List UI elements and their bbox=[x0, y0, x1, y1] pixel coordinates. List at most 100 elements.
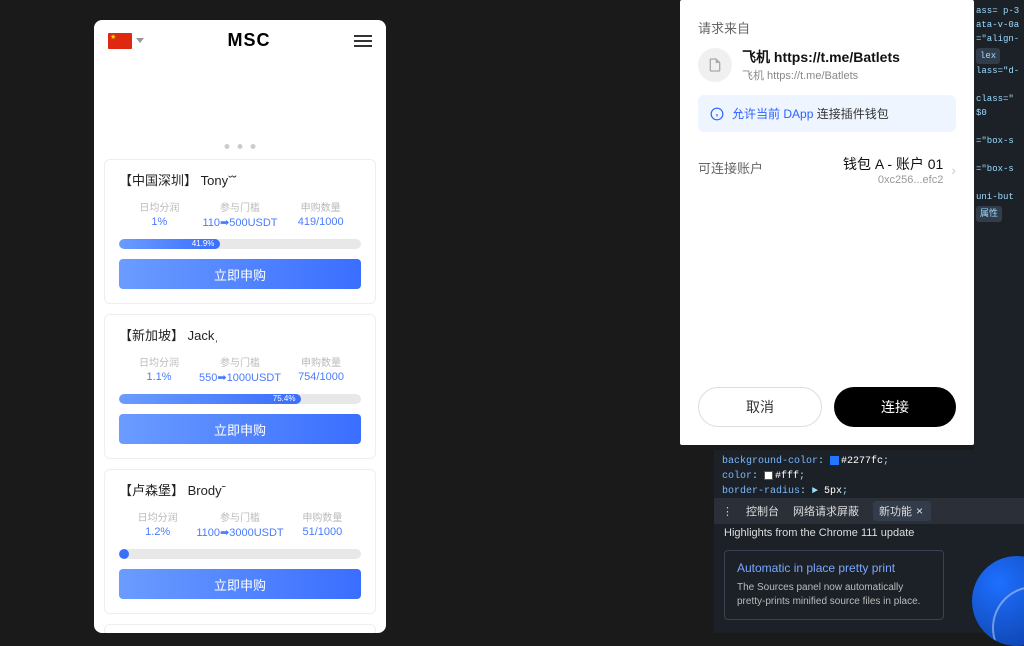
stat-label: 参与门槛 bbox=[199, 354, 281, 369]
whats-new-header: Highlights from the Chrome 111 update bbox=[714, 524, 1024, 546]
stat-col: 参与门槛 550➡1000USDT bbox=[199, 354, 281, 384]
account-label: 可连接账户 bbox=[698, 158, 763, 177]
dapp-subtitle: 飞机 https://t.me/Batlets bbox=[742, 67, 956, 83]
progress-fill bbox=[119, 549, 129, 559]
close-icon[interactable]: × bbox=[916, 504, 923, 518]
stats-row: 日均分润 1.1%参与门槛 550➡1000USDT申购数量 754/1000 bbox=[119, 354, 361, 384]
progress-fill: 75.4% bbox=[119, 394, 301, 404]
stat-value: 754/1000 bbox=[281, 371, 361, 383]
account-address: 0xc256...efc2 bbox=[843, 174, 943, 186]
info-text-prefix: 允许当前 bbox=[732, 107, 783, 121]
carousel-dots bbox=[225, 144, 256, 149]
info-text-suffix: 连接插件钱包 bbox=[817, 107, 889, 121]
info-text-dapp: DApp bbox=[783, 107, 816, 121]
stats-row: 日均分润 1%参与门槛 110➡500USDT 申购数量 419/1000 bbox=[119, 199, 361, 229]
apply-button[interactable]: 立即申购 bbox=[119, 414, 361, 444]
apply-button[interactable]: 立即申购 bbox=[119, 569, 361, 599]
product-card: 【中国深圳】 Tonyˇ˘ 日均分润 1%参与门槛 110➡500USDT 申购数量 41… bbox=[104, 159, 376, 304]
stats-row: 日均分润 1.2%参与门槛 1100➡3000USDT申购数量51/1000 bbox=[119, 509, 361, 539]
cn-flag-icon bbox=[108, 33, 132, 49]
stat-label: 日均分润 bbox=[119, 354, 199, 369]
stat-value: 419/1000 bbox=[280, 216, 361, 228]
stat-value: 1100➡3000USDT bbox=[196, 526, 283, 539]
language-selector[interactable] bbox=[108, 33, 144, 49]
apply-button[interactable]: 立即申购 bbox=[119, 259, 361, 289]
stat-label: 日均分润 bbox=[119, 199, 200, 214]
stat-value: 1% bbox=[119, 216, 200, 228]
stat-value: 1.2% bbox=[119, 526, 196, 538]
stat-value: 1.1% bbox=[119, 371, 199, 383]
tab-whats-new[interactable]: 新功能 × bbox=[873, 501, 931, 521]
stat-label: 参与门槛 bbox=[196, 509, 283, 524]
chevron-right-icon: › bbox=[951, 162, 956, 178]
stat-col: 参与门槛 110➡500USDT bbox=[200, 199, 281, 229]
connect-button[interactable]: 连接 bbox=[834, 387, 956, 427]
whats-new-title: Automatic in place pretty print bbox=[737, 561, 931, 575]
product-card: 【卢森堡】 Brodyˉ 日均分润 1.2%参与门槛 1100➡3000USDT申购数… bbox=[104, 469, 376, 614]
code-fragment: lass="d- bbox=[976, 64, 1024, 78]
code-fragment: ata-v-0a bbox=[976, 18, 1024, 32]
stat-col: 申购数量51/1000 bbox=[284, 509, 361, 539]
progress-bar: 75.4% bbox=[119, 394, 361, 404]
code-fragment: ="box-s bbox=[976, 134, 1024, 148]
code-fragment: class=" bbox=[976, 92, 1024, 106]
whats-new-body: The Sources panel now automatically pret… bbox=[737, 581, 931, 609]
document-icon bbox=[698, 48, 732, 82]
devtools-drawer-tabs: ⋮ 控制台 网络请求屏蔽 新功能 × bbox=[714, 498, 1024, 524]
stat-value: 110➡500USDT bbox=[200, 216, 281, 229]
account-name: 钱包 A - 账户 01 bbox=[843, 154, 943, 174]
stat-label: 日均分润 bbox=[119, 509, 196, 524]
product-list: 【中国深圳】 Tonyˇ˘日均分润1%参与门槛110➡500USDT申购数量41… bbox=[94, 159, 386, 633]
code-fragment: uni-but bbox=[976, 190, 1024, 204]
stat-col: 日均分润 1% bbox=[119, 199, 200, 229]
card-title: 【新加坡】 Jackˌ bbox=[119, 325, 361, 344]
wallet-connect-dialog: 请求来自 飞机 https://t.me/Batlets 飞机 https://… bbox=[680, 0, 974, 445]
css-declaration[interactable]: border-radius: ► 5px; bbox=[722, 484, 1016, 499]
request-from-label: 请求来自 bbox=[698, 18, 956, 37]
stat-value: 51/1000 bbox=[284, 526, 361, 538]
progress-fill: 41.9% bbox=[119, 239, 220, 249]
phone-mockup: MSC 【中国深圳】 Tonyˇ˘日均分润1%参与门槛110➡500USDT申购… bbox=[94, 20, 386, 633]
cancel-button[interactable]: 取消 bbox=[698, 387, 822, 427]
card-title: 【中国深圳】 Tonyˇ˘ bbox=[119, 170, 361, 189]
app-logo: MSC bbox=[228, 30, 271, 51]
stat-col: 申购数量 419/1000 bbox=[280, 199, 361, 229]
progress-bar bbox=[119, 549, 361, 559]
code-fragment: lex bbox=[976, 48, 1000, 64]
tab-console[interactable]: 控制台 bbox=[746, 503, 779, 519]
stat-col: 申购数量 754/1000 bbox=[281, 354, 361, 384]
kebab-icon[interactable]: ⋮ bbox=[722, 505, 732, 518]
tab-network-block[interactable]: 网络请求屏蔽 bbox=[793, 503, 859, 519]
dapp-identity: 飞机 https://t.me/Batlets 飞机 https://t.me/… bbox=[698, 47, 956, 83]
card-title: 【卢森堡】 Brodyˉ bbox=[119, 480, 361, 499]
stat-label: 申购数量 bbox=[281, 354, 361, 369]
code-fragment: ass= p-3 bbox=[976, 4, 1024, 18]
code-fragment: ="box-s bbox=[976, 162, 1024, 176]
dapp-title: 飞机 https://t.me/Batlets bbox=[742, 47, 956, 67]
menu-button[interactable] bbox=[354, 35, 372, 47]
progress-bar: 41.9% bbox=[119, 239, 361, 249]
color-swatch-icon[interactable] bbox=[764, 471, 773, 480]
product-card: 【新加坡】 Jackˌ 日均分润 1.1%参与门槛 550➡1000USDT申购数量 7… bbox=[104, 314, 376, 459]
color-swatch-icon[interactable] bbox=[830, 456, 839, 465]
stat-label: 参与门槛 bbox=[200, 199, 281, 214]
stat-value: 550➡1000USDT bbox=[199, 371, 281, 384]
stat-col: 日均分润 1.1% bbox=[119, 354, 199, 384]
banner-carousel[interactable] bbox=[94, 61, 386, 159]
code-fragment: 属性 bbox=[976, 206, 1002, 222]
info-banner: 允许当前 DApp 连接插件钱包 bbox=[698, 95, 956, 132]
css-declaration[interactable]: color: #fff; bbox=[722, 469, 1016, 484]
code-fragment: $0 bbox=[976, 106, 1024, 120]
product-card: 【华盛顿】 Jimˊ bbox=[104, 624, 376, 633]
account-selector[interactable]: 可连接账户 钱包 A - 账户 01 0xc256...efc2 › bbox=[698, 150, 956, 186]
phone-header: MSC bbox=[94, 20, 386, 61]
css-declaration[interactable]: background-color: #2277fc; bbox=[722, 454, 1016, 469]
devtools-styles-panel[interactable]: background-color: #2277fc;color: #fff;bo… bbox=[714, 450, 1024, 503]
whats-new-card[interactable]: Automatic in place pretty print The Sour… bbox=[724, 550, 944, 620]
stat-col: 参与门槛 1100➡3000USDT bbox=[196, 509, 283, 539]
chevron-down-icon bbox=[136, 38, 144, 43]
code-fragment: ="align- bbox=[976, 32, 1024, 46]
info-icon bbox=[710, 107, 724, 121]
stat-col: 日均分润 1.2% bbox=[119, 509, 196, 539]
stat-label: 申购数量 bbox=[280, 199, 361, 214]
